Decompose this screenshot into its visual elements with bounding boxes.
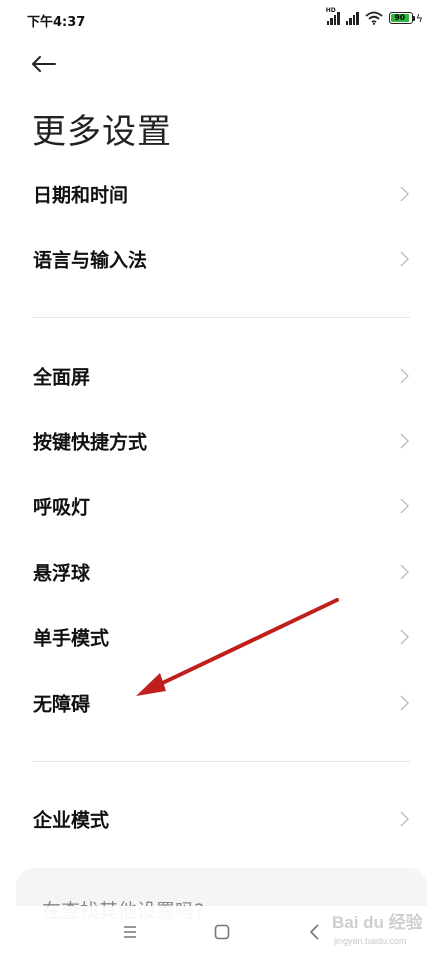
settings-item-label: 企业模式 (33, 809, 110, 832)
chevron-right-icon (400, 186, 409, 202)
watermark-logo: Bai du 经验 (332, 913, 423, 932)
back-button[interactable] (30, 48, 66, 80)
settings-item-fullscreen[interactable]: 全面屏 (0, 346, 443, 406)
watermark: Bai du 经验 jingyan.baidu.com (332, 908, 436, 952)
battery-icon: 90 ϟ (388, 11, 423, 25)
settings-item-notification-light[interactable]: 呼吸灯 (0, 476, 443, 536)
section-divider (33, 317, 410, 318)
settings-item-label: 语言与输入法 (33, 249, 148, 272)
section-divider (33, 761, 410, 762)
chevron-right-icon (400, 433, 409, 449)
chevron-right-icon (400, 564, 409, 580)
arrow-left-icon (32, 56, 56, 72)
settings-item-date-time[interactable]: 日期和时间 (0, 164, 443, 224)
settings-item-label: 单手模式 (33, 627, 110, 650)
menu-icon[interactable] (118, 920, 142, 944)
battery-level: 90 (394, 13, 405, 23)
hd-label: HD (325, 6, 336, 14)
status-time: 下午4:37 (27, 15, 86, 30)
settings-item-button-shortcuts[interactable]: 按键快捷方式 (0, 411, 443, 471)
chevron-right-icon (400, 695, 409, 711)
settings-item-label: 按键快捷方式 (33, 431, 148, 454)
settings-item-one-handed-mode[interactable]: 单手模式 (0, 607, 443, 667)
chevron-right-icon (400, 498, 409, 514)
settings-item-accessibility[interactable]: 无障碍 (0, 673, 443, 733)
chevron-right-icon (400, 368, 409, 384)
settings-item-label: 悬浮球 (33, 562, 91, 585)
page-title: 更多设置 (32, 112, 172, 152)
settings-item-label: 日期和时间 (33, 184, 129, 207)
wifi-icon (365, 11, 383, 25)
settings-item-floating-ball[interactable]: 悬浮球 (0, 542, 443, 602)
signal-hd-icon: HD (326, 7, 340, 25)
back-triangle-icon[interactable] (303, 920, 327, 944)
charging-bolt-icon: ϟ (415, 11, 423, 25)
home-square-icon[interactable] (210, 920, 234, 944)
chevron-right-icon (400, 629, 409, 645)
battery-fill: 90 (390, 13, 409, 23)
settings-item-label: 全面屏 (33, 366, 91, 389)
status-icons: HD 90 ϟ (326, 7, 423, 25)
watermark-url: jingyan.baidu.com (334, 936, 407, 946)
chevron-right-icon (400, 251, 409, 267)
signal-icon (345, 11, 359, 25)
settings-item-label: 呼吸灯 (33, 496, 91, 519)
settings-item-enterprise-mode[interactable]: 企业模式 (0, 789, 443, 849)
status-bar: 下午4:37 HD 90 ϟ (0, 0, 443, 38)
settings-item-language-input[interactable]: 语言与输入法 (0, 229, 443, 289)
settings-item-label: 无障碍 (33, 693, 91, 716)
chevron-right-icon (400, 811, 409, 827)
